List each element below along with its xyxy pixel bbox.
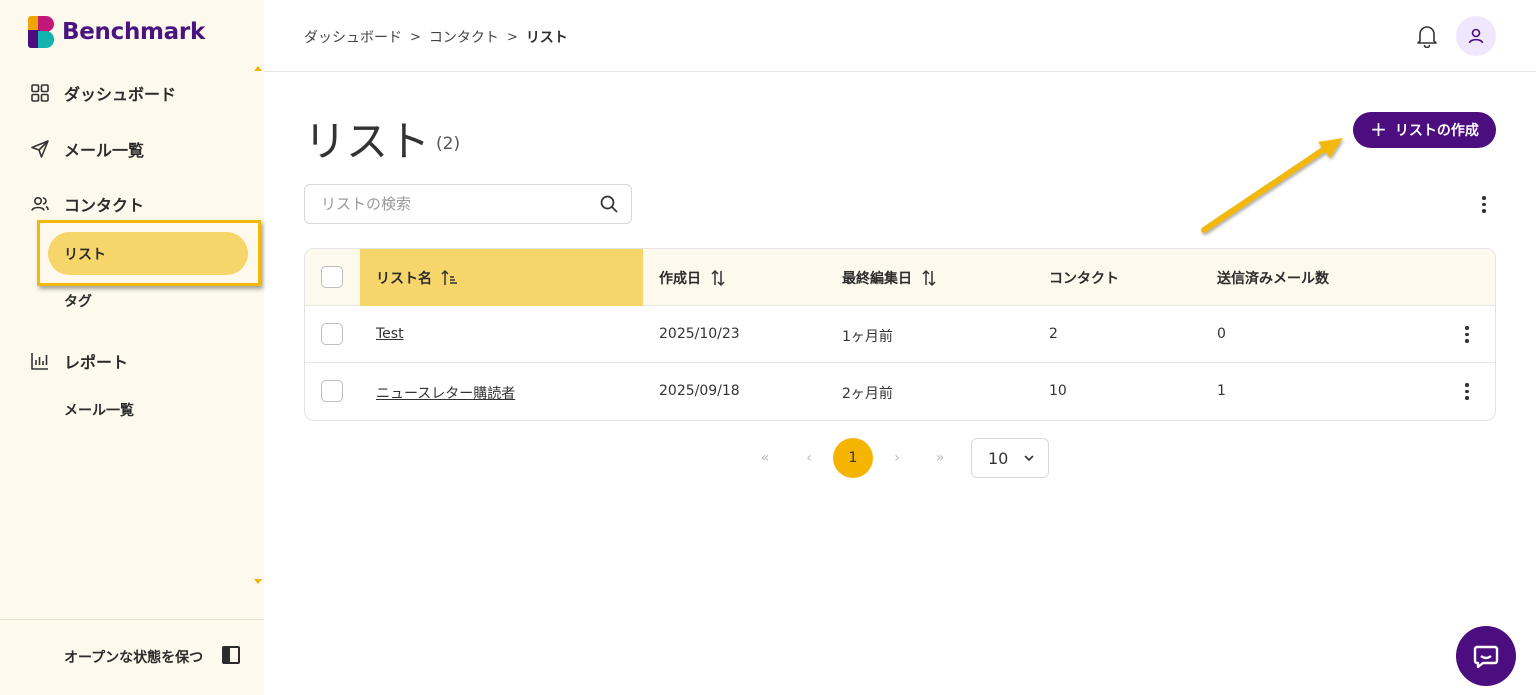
sidebar-item-label: コンタクト (64, 196, 145, 215)
sent-count: 0 (1217, 326, 1226, 342)
keep-open-label: オープンな状態を保つ (64, 650, 204, 666)
column-header-name[interactable]: リスト名 (376, 268, 458, 288)
select-all-checkbox[interactable] (321, 266, 343, 288)
user-icon (1468, 28, 1484, 44)
first-page-icon[interactable]: « (754, 438, 776, 478)
brand-name: Benchmark (62, 19, 205, 45)
top-header: ダッシュボード > コンタクト > リスト (264, 0, 1536, 72)
table-row: Test 2025/10/23 1ヶ月前 2 0 (305, 306, 1495, 363)
row-checkbox[interactable] (321, 323, 343, 345)
scroll-up-icon[interactable] (254, 66, 262, 71)
row-actions-icon[interactable] (1459, 383, 1475, 400)
page-title: リスト (304, 117, 431, 166)
breadcrumb-dashboard[interactable]: ダッシュボード (304, 27, 402, 47)
contact-count: 2 (1049, 326, 1058, 342)
chat-bubble-icon (1473, 645, 1499, 669)
prev-page-icon[interactable]: ‹ (800, 438, 818, 478)
sidebar-item-lists[interactable]: リスト (48, 232, 248, 275)
last-edited: 1ヶ月前 (842, 329, 893, 345)
help-chat-button[interactable] (1456, 626, 1516, 686)
sidebar-item-emails[interactable]: メール一覧 (30, 137, 144, 161)
search-icon[interactable] (599, 194, 619, 214)
more-options-icon[interactable] (1476, 196, 1492, 213)
created-date: 2025/10/23 (659, 326, 740, 342)
plus-icon: + (1370, 117, 1387, 141)
bell-icon[interactable] (1416, 24, 1438, 48)
contact-count: 10 (1049, 383, 1067, 399)
users-icon (31, 196, 49, 211)
column-label: 作成日 (659, 271, 701, 287)
breadcrumb-current: リスト (525, 30, 568, 46)
column-label: コンタクト (1049, 271, 1119, 287)
row-actions-icon[interactable] (1459, 326, 1475, 343)
page-size-select[interactable]: 10 (971, 438, 1049, 478)
column-label: 最終編集日 (842, 271, 912, 287)
column-header-edited[interactable]: 最終編集日 (842, 268, 938, 288)
sidebar: Benchmark ダッシュボード メール一覧 コンタクト リスト タグ レポー… (0, 0, 264, 695)
sort-icon (922, 269, 936, 287)
sidebar-item-label: リスト (64, 246, 106, 263)
sidebar-item-label: ダッシュボード (64, 85, 177, 104)
page-size-value: 10 (988, 448, 1009, 468)
list-count: (2) (436, 134, 461, 154)
send-icon (31, 140, 49, 158)
user-avatar-button[interactable] (1456, 16, 1496, 56)
benchmark-logo-icon (28, 16, 54, 48)
annotation-arrow-icon (1201, 138, 1343, 233)
column-header-contacts: コンタクト (1049, 268, 1119, 288)
sort-icon (711, 269, 725, 287)
last-edited: 2ヶ月前 (842, 386, 893, 402)
last-page-icon[interactable]: » (929, 438, 951, 478)
breadcrumb: ダッシュボード > コンタクト > リスト (304, 27, 568, 47)
breadcrumb-separator: > (506, 29, 518, 45)
column-header-created[interactable]: 作成日 (659, 268, 727, 288)
sidebar-item-label: レポート (64, 353, 129, 372)
lists-table: リスト名 作成日 最終編集日 コンタクト 送信済みメール数 Test 2025/… (304, 248, 1496, 421)
brand-logo[interactable]: Benchmark (28, 16, 205, 48)
search-input[interactable] (321, 195, 599, 213)
next-page-icon[interactable]: › (888, 438, 906, 478)
breadcrumb-contacts[interactable]: コンタクト (429, 27, 499, 47)
chevron-down-icon (1024, 455, 1034, 462)
sidebar-item-contacts[interactable]: コンタクト (30, 192, 144, 216)
column-header-sent: 送信済みメール数 (1217, 268, 1329, 288)
sent-count: 1 (1217, 383, 1226, 399)
create-list-label: リストの作成 (1394, 123, 1479, 139)
sidebar-item-dashboard[interactable]: ダッシュボード (30, 81, 176, 105)
column-label: 送信済みメール数 (1217, 271, 1329, 287)
created-date: 2025/09/18 (659, 383, 740, 399)
row-checkbox[interactable] (321, 380, 343, 402)
list-name-link[interactable]: Test (376, 326, 404, 342)
column-label: リスト名 (376, 271, 432, 287)
sidebar-toggle-icon[interactable] (222, 646, 240, 664)
table-header: リスト名 作成日 最終編集日 コンタクト 送信済みメール数 (305, 249, 1495, 306)
grid-icon (31, 84, 49, 102)
list-name-link[interactable]: ニュースレター購読者 (376, 383, 515, 403)
sidebar-item-tags[interactable]: タグ (64, 291, 92, 311)
sort-ascending-icon (441, 269, 457, 285)
bar-chart-icon (31, 353, 48, 370)
breadcrumb-separator: > (410, 29, 421, 45)
sidebar-item-reports[interactable]: レポート (30, 349, 128, 373)
sidebar-item-email-reports[interactable]: メール一覧 (64, 400, 134, 420)
sidebar-footer: オープンな状態を保つ (0, 619, 264, 695)
scroll-down-icon[interactable] (254, 579, 262, 584)
table-row: ニュースレター購読者 2025/09/18 2ヶ月前 10 1 (305, 363, 1495, 420)
page-button-current[interactable]: 1 (833, 438, 873, 478)
list-search-field[interactable] (304, 184, 632, 224)
create-list-button[interactable]: + リストの作成 (1353, 112, 1496, 148)
sidebar-item-label: メール一覧 (64, 141, 145, 160)
